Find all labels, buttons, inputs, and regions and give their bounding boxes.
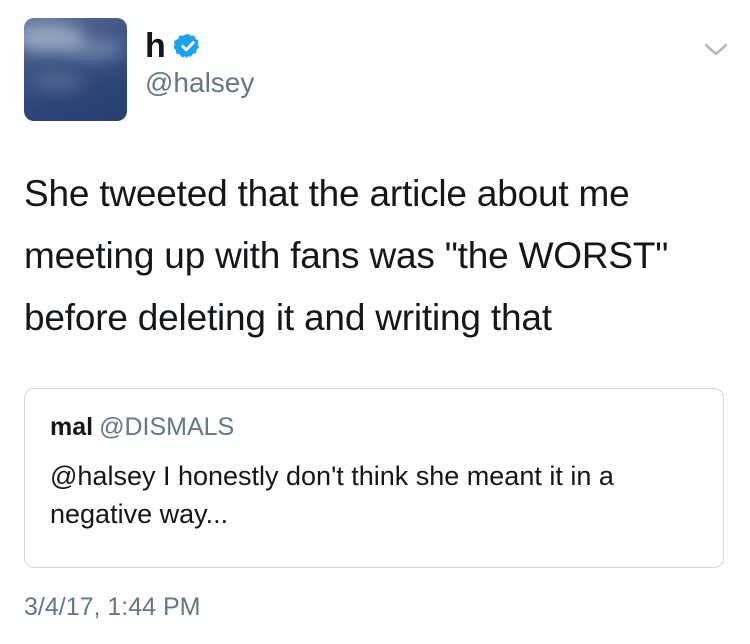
avatar-cloud: [34, 73, 84, 91]
quoted-tweet-header: mal @DISMALS: [50, 413, 234, 442]
author-name-row: h: [145, 24, 202, 68]
author-display-name[interactable]: h: [145, 29, 166, 63]
quoted-tweet-card[interactable]: mal @DISMALS @halsey I honestly don't thi…: [24, 388, 724, 568]
avatar-cloud: [64, 38, 124, 60]
avatar[interactable]: [24, 18, 127, 121]
quoted-author-handle: @DISMALS: [99, 413, 235, 441]
verified-badge-icon: [173, 32, 202, 60]
quoted-tweet-text: @halsey I honestly don't think she meant…: [50, 461, 614, 529]
tweet-text: She tweeted that the article about me me…: [24, 173, 669, 338]
tweet-timestamp[interactable]: 3/4/17, 1:44 PM: [24, 593, 201, 622]
author-handle[interactable]: @halsey: [145, 67, 254, 99]
quoted-author-name: mal: [50, 413, 94, 441]
chevron-down-icon[interactable]: [703, 40, 729, 60]
